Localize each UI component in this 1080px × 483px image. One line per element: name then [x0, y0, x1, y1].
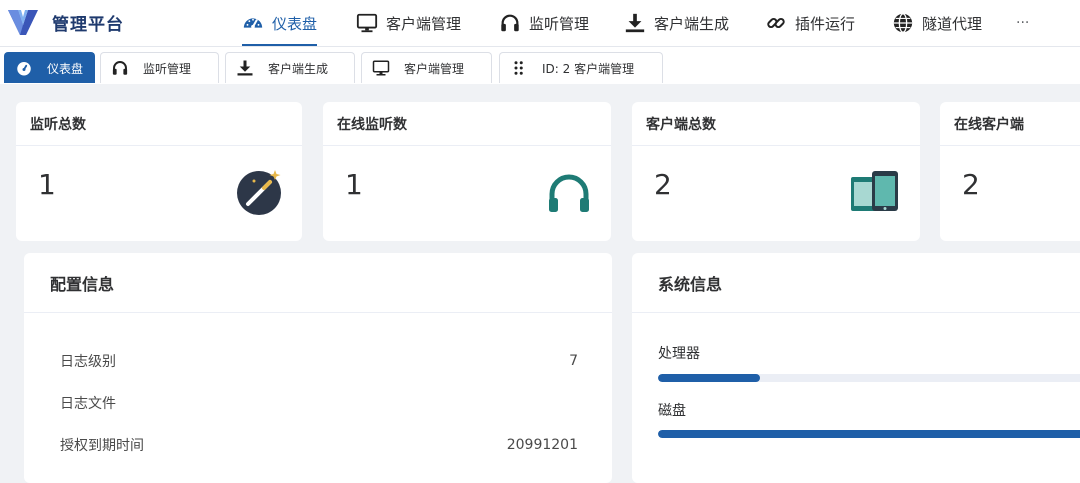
- headphones-icon: [501, 14, 519, 32]
- stat-card-value: 2: [654, 168, 672, 201]
- tab-label: 仪表盘: [47, 61, 84, 76]
- config-row-log-level: 日志级别 7: [60, 349, 578, 373]
- top-navbar: 管理平台 仪表盘 客户端管理 监听管理 客户端生成 插件运行 隧道代理 ···: [0, 0, 1080, 46]
- dashboard-gauge-icon: [243, 18, 263, 29]
- magic-wand-icon: [237, 170, 281, 215]
- nav-item-label: 仪表盘: [272, 14, 318, 33]
- devices-icon: [851, 171, 898, 211]
- stat-card-title: 在线监听数: [323, 102, 611, 146]
- config-info-panel: 配置信息 日志级别 7 日志文件 授权到期时间 20991201: [24, 253, 612, 483]
- stat-card-value: 2: [962, 168, 980, 201]
- nav-item-client-generate[interactable]: 客户端生成: [624, 0, 729, 46]
- stat-card-online-clients: 在线客户端 2: [940, 102, 1080, 241]
- drag-handle-icon: [514, 61, 523, 75]
- dashboard-gauge-icon: [17, 62, 31, 76]
- monitor-icon: [372, 60, 390, 76]
- link-icon: [767, 17, 785, 29]
- tab-label: 客户端管理: [404, 61, 465, 76]
- config-row-label: 日志文件: [60, 396, 116, 412]
- nav-more-button[interactable]: ···: [1016, 0, 1029, 46]
- stat-card-online-listeners: 在线监听数 1: [323, 102, 611, 241]
- stat-card-value: 1: [38, 168, 56, 201]
- stat-card-title: 客户端总数: [632, 102, 920, 146]
- cpu-progress-fill: [658, 374, 761, 382]
- tab-client-generate[interactable]: 客户端生成: [225, 52, 355, 83]
- stat-card-total-listeners: 监听总数 1: [16, 102, 302, 241]
- system-info-panel: 系统信息 处理器 磁盘: [632, 253, 1080, 483]
- tab-listener-management[interactable]: 监听管理: [100, 52, 219, 83]
- config-row-license-expiry: 授权到期时间 20991201: [60, 433, 578, 457]
- config-row-value: 7: [569, 353, 578, 369]
- config-row-log-file: 日志文件: [60, 391, 578, 415]
- stat-card-value: 1: [345, 168, 363, 201]
- metric-label-disk: 磁盘: [658, 403, 686, 419]
- config-row-label: 日志级别: [60, 354, 116, 370]
- nav-item-plugin-run[interactable]: 插件运行: [765, 0, 855, 46]
- tabs-bar: 仪表盘 监听管理 客户端生成 客户端管理 ID: 2 客户端管理: [0, 46, 1080, 84]
- stat-card-total-clients: 客户端总数 2: [632, 102, 920, 241]
- metric-label-cpu: 处理器: [658, 346, 700, 362]
- nav-item-client-management[interactable]: 客户端管理: [356, 0, 461, 46]
- tab-label: 监听管理: [143, 61, 192, 76]
- download-icon: [625, 13, 645, 33]
- cpu-progress-bar: [658, 374, 1080, 382]
- nav-item-listener-management[interactable]: 监听管理: [499, 0, 589, 46]
- brand[interactable]: 管理平台: [6, 6, 124, 38]
- app-title: 管理平台: [52, 14, 124, 35]
- tab-client-detail-2[interactable]: ID: 2 客户端管理: [499, 52, 663, 83]
- stat-card-title: 监听总数: [16, 102, 302, 146]
- headphones-icon: [549, 174, 589, 212]
- headphones-icon: [112, 61, 128, 75]
- stat-card-title: 在线客户端: [940, 102, 1080, 146]
- nav-item-tunnel-proxy[interactable]: 隧道代理: [892, 0, 982, 46]
- brand-logo-icon: [8, 10, 38, 35]
- globe-icon: [893, 13, 913, 33]
- config-row-label: 授权到期时间: [60, 438, 144, 454]
- panel-title: 配置信息: [24, 253, 612, 313]
- monitor-icon: [356, 13, 378, 33]
- nav-item-label: 客户端管理: [386, 14, 462, 33]
- nav-item-label: 客户端生成: [654, 14, 730, 33]
- tab-label: 客户端生成: [268, 61, 329, 76]
- nav-item-label: 监听管理: [529, 14, 590, 33]
- tab-client-management[interactable]: 客户端管理: [361, 52, 492, 83]
- download-icon: [237, 60, 253, 76]
- tab-label: ID: 2 客户端管理: [542, 61, 635, 76]
- nav-item-dashboard[interactable]: 仪表盘: [242, 0, 318, 46]
- panel-title: 系统信息: [632, 253, 1080, 313]
- disk-progress-bar: [658, 430, 1080, 438]
- tab-dashboard[interactable]: 仪表盘: [4, 52, 95, 83]
- nav-item-label: 插件运行: [795, 14, 856, 33]
- more-label: ···: [1016, 15, 1030, 31]
- disk-progress-fill: [658, 430, 1080, 438]
- nav-item-label: 隧道代理: [922, 14, 983, 33]
- config-row-value: 20991201: [506, 437, 578, 453]
